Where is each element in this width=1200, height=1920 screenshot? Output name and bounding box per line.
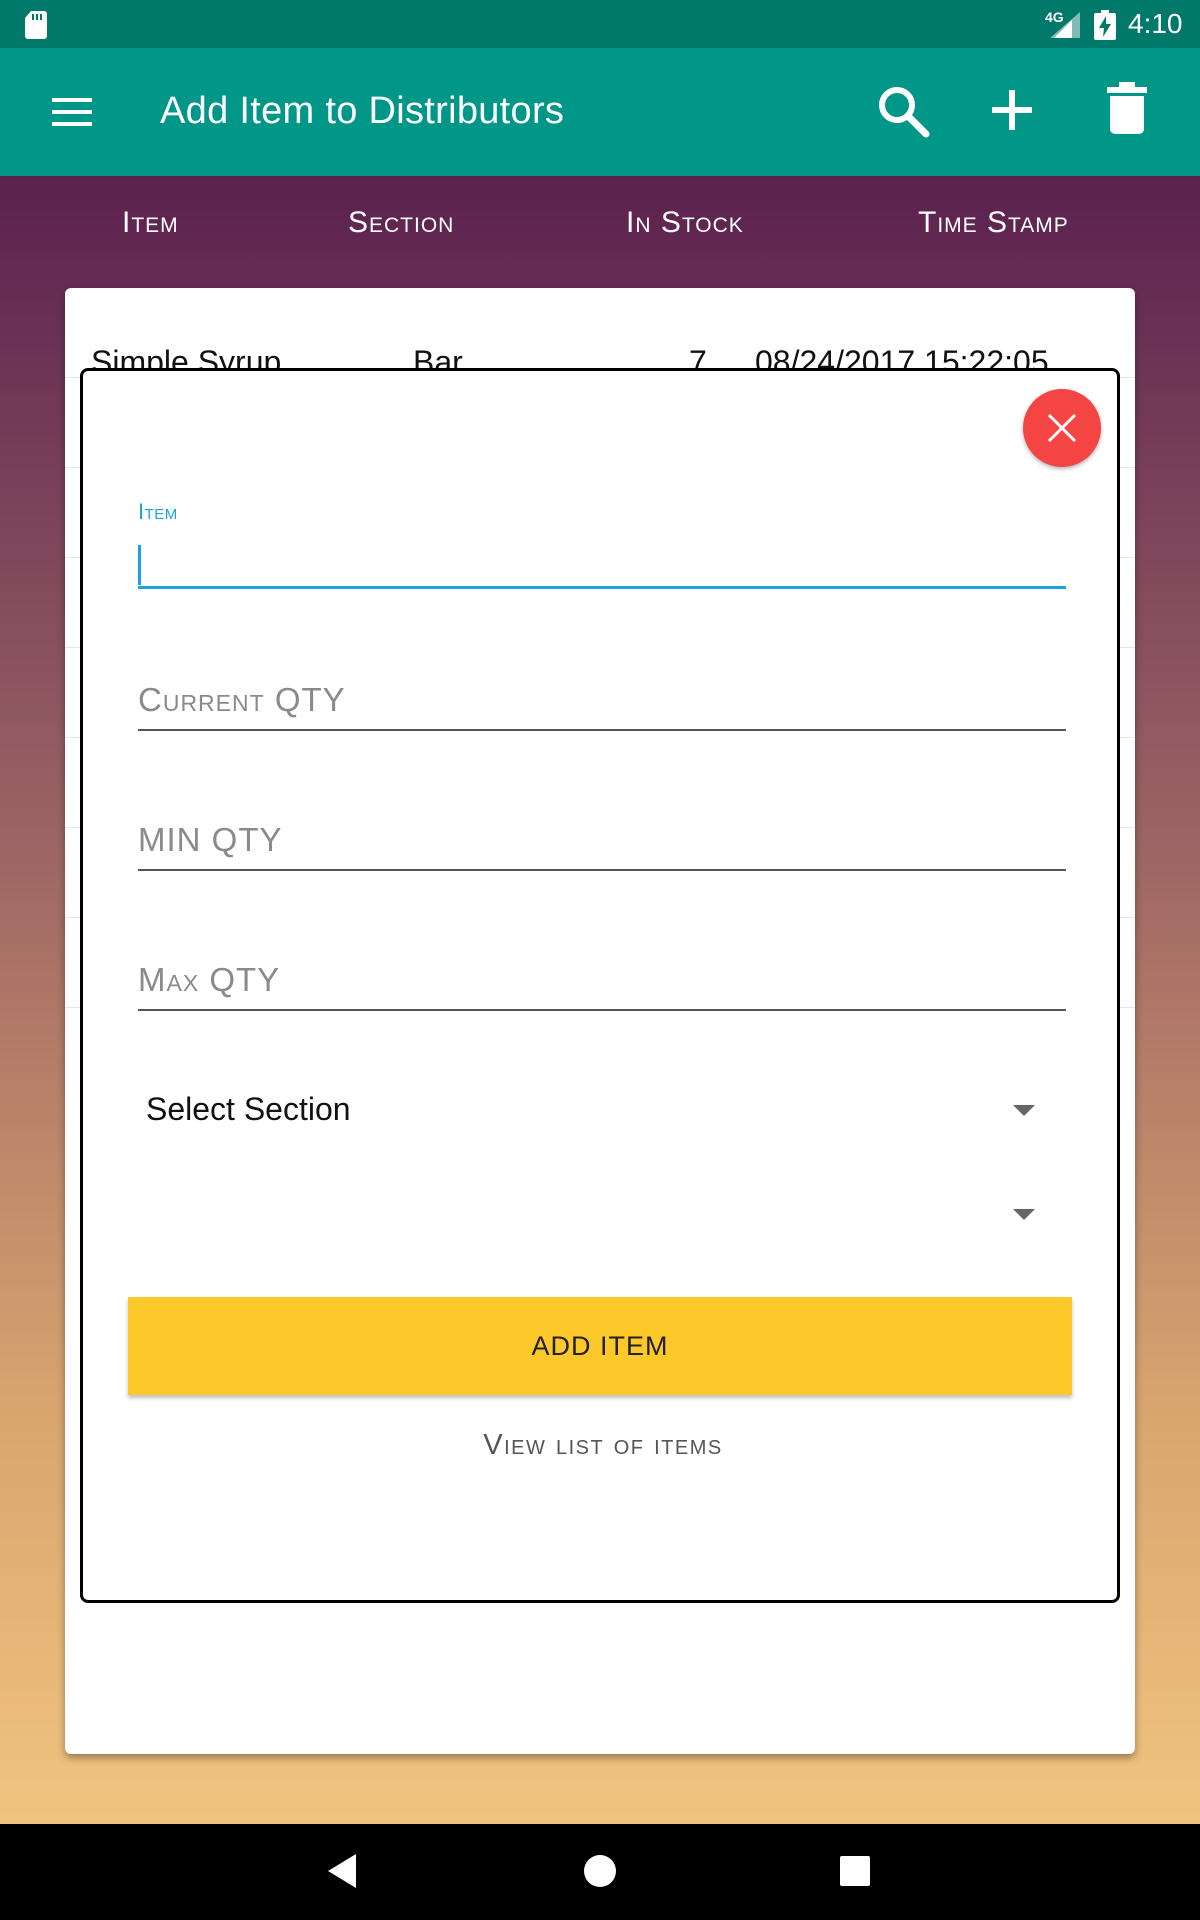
search-icon[interactable] [876, 84, 930, 138]
item-field: Item [138, 499, 1066, 599]
column-header-item[interactable]: Item [122, 206, 179, 240]
navigation-bar [0, 1824, 1200, 1920]
add-item-dialog: Item Current QTY MIN QTY Max QTY Select … [80, 368, 1120, 1603]
close-icon [1047, 413, 1077, 443]
close-button[interactable] [1023, 389, 1101, 467]
item-field-label: Item [138, 499, 178, 524]
table-header: Item Section In Stock Time Stamp [0, 206, 1200, 256]
back-icon[interactable] [326, 1852, 360, 1890]
current-qty-placeholder: Current QTY [138, 681, 346, 718]
status-bar: 4G 4:10 [0, 0, 1200, 48]
second-dropdown[interactable] [143, 1177, 1063, 1247]
page-title: Add Item to Distributors [160, 90, 565, 132]
max-qty-placeholder: Max QTY [138, 961, 281, 998]
column-header-section[interactable]: Section [348, 206, 454, 240]
menu-icon[interactable] [52, 98, 92, 126]
delete-icon[interactable] [1107, 82, 1147, 134]
add-item-button[interactable]: ADD ITEM [128, 1297, 1072, 1395]
chevron-down-icon [1013, 1209, 1035, 1220]
chevron-down-icon [1013, 1105, 1035, 1116]
signal-icon [1050, 12, 1080, 38]
min-qty-placeholder: MIN QTY [138, 821, 283, 858]
clock: 4:10 [1128, 8, 1183, 39]
max-qty-field[interactable]: Max QTY [138, 951, 1066, 1013]
add-icon[interactable] [990, 88, 1034, 132]
select-section-label: Select Section [146, 1091, 351, 1127]
view-list-button[interactable]: View list of items [83, 1429, 1123, 1462]
column-header-time-stamp[interactable]: Time Stamp [918, 206, 1069, 240]
app-bar: Add Item to Distributors [0, 48, 1200, 176]
item-input[interactable] [138, 539, 1066, 589]
min-qty-field[interactable]: MIN QTY [138, 811, 1066, 873]
text-cursor [138, 545, 141, 585]
current-qty-field[interactable]: Current QTY [138, 671, 1066, 733]
column-header-in-stock[interactable]: In Stock [626, 206, 744, 240]
table-row[interactable]: Simple Syrup Bar 7 08/24/2017 15:22:05 [65, 288, 1135, 380]
select-section-dropdown[interactable]: Select Section [143, 1073, 1063, 1143]
home-icon[interactable] [584, 1855, 616, 1887]
battery-charging-icon [1094, 10, 1116, 40]
recents-icon[interactable] [840, 1856, 870, 1886]
sd-card-icon [25, 11, 47, 39]
